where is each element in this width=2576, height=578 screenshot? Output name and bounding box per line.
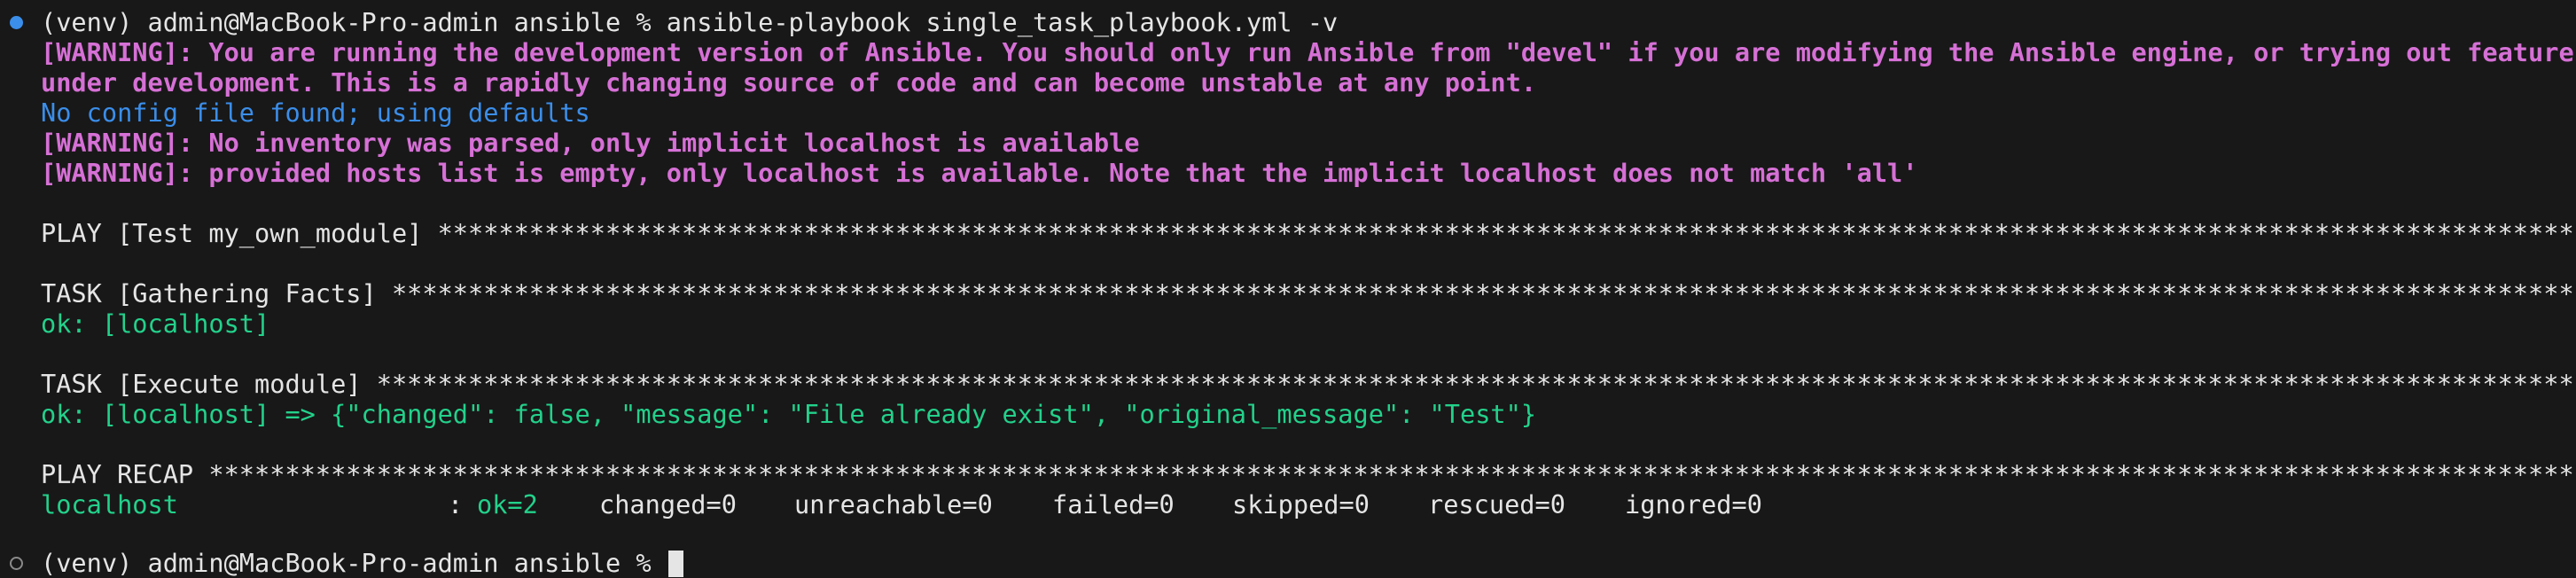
recap-rescued: rescued=0: [1428, 489, 1565, 519]
task-header-line: TASK [Gathering Facts] *****************…: [0, 278, 2576, 309]
text-cursor: [667, 551, 683, 577]
command-pending-icon[interactable]: [10, 557, 23, 570]
terminal-window[interactable]: (venv) admin@MacBook-Pro-admin ansible %…: [0, 0, 2576, 578]
recap-changed: changed=0: [599, 489, 737, 519]
warning-hosts: [WARNING]: provided hosts list is empty,…: [41, 158, 1918, 188]
warning-line: under development. This is a rapidly cha…: [0, 67, 2576, 98]
play-recap-header: PLAY RECAP *****************************…: [41, 459, 2576, 489]
recap-header-line: PLAY RECAP *****************************…: [0, 459, 2576, 489]
warning-line: [WARNING]: No inventory was parsed, only…: [0, 128, 2576, 158]
recap-separator: :: [448, 489, 464, 519]
task-execute-module-result: ok: [localhost] => {"changed": false, "m…: [41, 399, 1537, 429]
warning-line: [WARNING]: You are running the developme…: [0, 37, 2576, 67]
prompt-text: (venv) admin@MacBook-Pro-admin ansible %: [41, 548, 667, 578]
play-header-line: PLAY [Test my_own_module] **************…: [0, 218, 2576, 248]
warning-dev-version: [WARNING]: You are running the developme…: [41, 37, 2576, 67]
play-header: PLAY [Test my_own_module] **************…: [41, 218, 2576, 248]
task-gathering-facts-result: ok: [localhost]: [41, 309, 270, 339]
warning-line: [WARNING]: provided hosts list is empty,…: [0, 158, 2576, 188]
recap-line: localhost : ok=2 changed=0 unreachable=0…: [0, 489, 2576, 519]
task-header-line: TASK [Execute module] ******************…: [0, 369, 2576, 399]
config-line: No config file found; using defaults: [0, 98, 2576, 128]
recap-unreachable: unreachable=0: [794, 489, 993, 519]
recap-host: localhost: [41, 489, 178, 519]
command-line-1: (venv) admin@MacBook-Pro-admin ansible %…: [0, 7, 2576, 37]
task-result-line: ok: [localhost]: [0, 309, 2576, 339]
task-result-line: ok: [localhost] => {"changed": false, "m…: [0, 399, 2576, 429]
task-gathering-facts-header: TASK [Gathering Facts] *****************…: [41, 278, 2576, 309]
recap-ignored: ignored=0: [1625, 489, 1762, 519]
warning-inventory: [WARNING]: No inventory was parsed, only…: [41, 128, 1140, 158]
command-success-icon[interactable]: [10, 16, 23, 29]
command-line-2[interactable]: (venv) admin@MacBook-Pro-admin ansible %: [0, 548, 2576, 578]
warning-dev-version-cont: under development. This is a rapidly cha…: [41, 67, 1537, 98]
config-message: No config file found; using defaults: [41, 98, 590, 128]
prompt-command: (venv) admin@MacBook-Pro-admin ansible %…: [41, 7, 1339, 37]
task-execute-module-header: TASK [Execute module] ******************…: [41, 369, 2576, 399]
recap-ok: ok=2: [477, 489, 538, 519]
prompt-line[interactable]: (venv) admin@MacBook-Pro-admin ansible %: [41, 548, 683, 578]
recap-failed: failed=0: [1052, 489, 1175, 519]
recap-skipped: skipped=0: [1232, 489, 1370, 519]
